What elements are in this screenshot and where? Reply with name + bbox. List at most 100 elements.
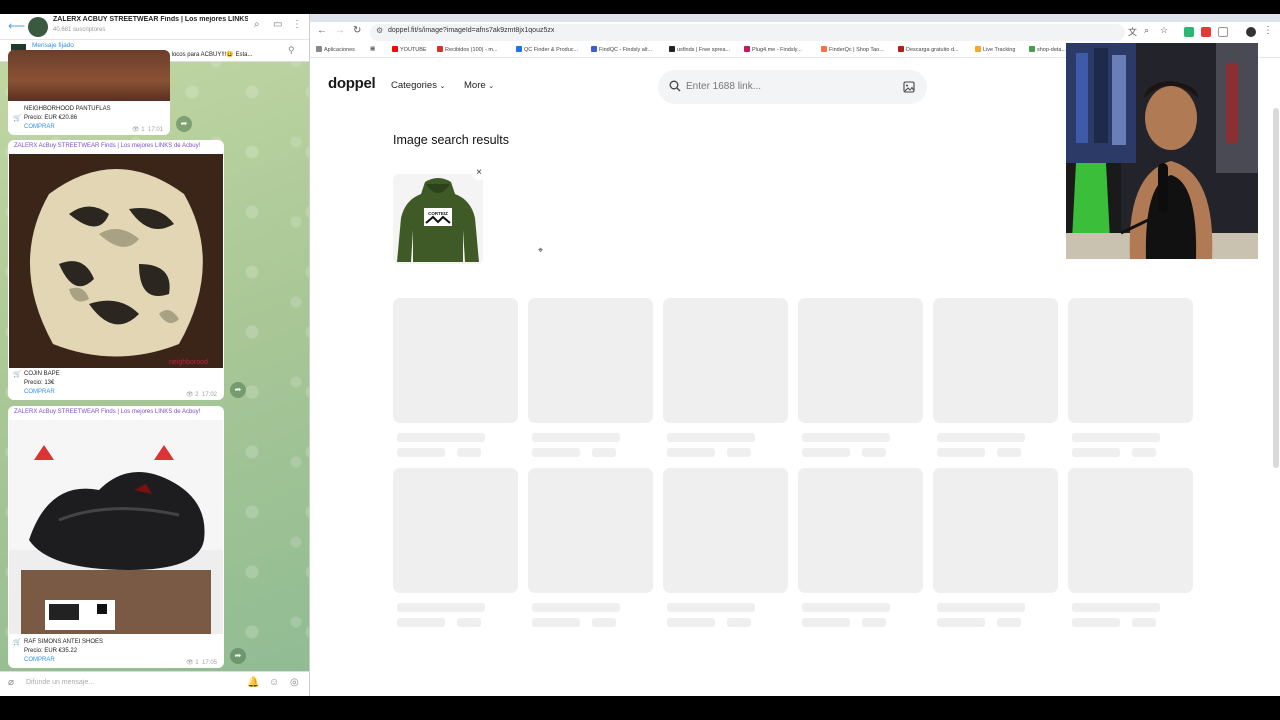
skeleton-line <box>532 433 620 442</box>
bookmark-usfinds[interactable]: usfinds | Free sprea... <box>669 46 730 53</box>
buy-link[interactable]: COMPRAR <box>24 657 55 663</box>
more-options-icon[interactable]: ⋮ <box>292 19 302 30</box>
buy-link[interactable]: COMPRAR <box>24 124 55 130</box>
subscriber-count: 40.681 suscriptores <box>53 27 106 33</box>
browser-menu-icon[interactable]: ⋮ <box>1263 25 1273 36</box>
apps-grid-icon[interactable]: ▦ <box>370 46 375 52</box>
product-image[interactable] <box>8 50 170 101</box>
streamer-webcam-image <box>1066 43 1258 259</box>
result-skeleton-card <box>528 468 653 593</box>
webcam-overlay <box>1066 43 1258 259</box>
categories-menu[interactable]: Categories ⌄ <box>391 80 445 91</box>
result-skeleton-card <box>528 298 653 423</box>
site-icon <box>669 46 675 52</box>
search-input[interactable]: Enter 1688 link... <box>686 81 761 92</box>
forward-button[interactable]: ➦ <box>230 648 246 664</box>
channel-header[interactable]: ⟵ ZALERX ACBUY STREETWEAR Finds | Los me… <box>0 14 309 40</box>
site-icon <box>744 46 750 52</box>
site-info-icon[interactable]: ⚙ <box>376 26 383 35</box>
product-image[interactable] <box>9 420 223 634</box>
message-composer[interactable]: ⌀ Difunde un mensaje... 🔔 ☺ ◎ <box>0 671 309 696</box>
camera-search-icon[interactable] <box>903 81 915 93</box>
bookmark-shop-deta[interactable]: shop-deta... <box>1029 46 1066 53</box>
pinned-list-icon[interactable]: ⚲ <box>288 45 295 56</box>
zoom-icon[interactable]: ⌕ <box>1144 25 1149 36</box>
skeleton-line <box>457 618 481 627</box>
skeleton-line <box>592 618 616 627</box>
bottom-letterbox <box>0 696 1280 720</box>
channel-avatar[interactable] <box>28 17 48 37</box>
extension-icon[interactable] <box>1184 27 1194 37</box>
bookmark-findqc[interactable]: FindQC - Findsly alt... <box>591 46 652 53</box>
url-text[interactable]: doppel.fit/s/image?imageId=afns7ak9zmt8j… <box>388 27 554 34</box>
message-time: 17:02 <box>201 392 217 398</box>
more-menu[interactable]: More ⌄ <box>464 80 494 91</box>
forward-button[interactable]: ➦ <box>230 382 246 398</box>
skeleton-line <box>457 448 481 457</box>
url-field[interactable]: ⚙ doppel.fit/s/image?imageId=afns7ak9zmt… <box>370 24 1125 41</box>
message-bubble[interactable]: ZALERX AcBuy STREETWEAR Finds | Los mejo… <box>8 406 224 668</box>
message-input[interactable]: Difunde un mensaje... <box>26 679 94 686</box>
bookmark-youtube[interactable]: YOUTUBE <box>392 46 427 53</box>
site-icon <box>898 46 904 52</box>
bookmark-plug4me[interactable]: Plug4.me - Findsly... <box>744 46 802 53</box>
product-price: Precio: EUR €35.22 <box>24 648 78 654</box>
camera-icon[interactable]: ◎ <box>290 677 299 688</box>
page-title: Image search results <box>393 133 510 147</box>
reload-icon[interactable]: ↻ <box>353 25 361 36</box>
message-bubble[interactable]: NEIGHBORHOOD PANTUFLAS 🛒 Precio: EUR €20… <box>8 50 170 135</box>
skeleton-line <box>937 618 985 627</box>
bell-icon[interactable]: 🔔 <box>247 677 259 688</box>
extensions-puzzle-icon[interactable] <box>1218 27 1228 37</box>
bookmark-finderqc[interactable]: FinderQc | Shop Tao... <box>821 46 884 53</box>
chevron-down-icon: ⌄ <box>488 83 495 90</box>
categories-label: Categories <box>391 80 437 91</box>
skeleton-line <box>802 618 850 627</box>
forward-source[interactable]: ZALERX AcBuy STREETWEAR Finds | Los mejo… <box>14 143 200 149</box>
skeleton-line <box>802 448 850 457</box>
buy-link[interactable]: COMPRAR <box>24 389 55 395</box>
forward-icon[interactable]: → <box>335 25 345 36</box>
back-icon[interactable]: ⟵ <box>8 19 25 33</box>
doppel-logo[interactable]: doppel <box>328 75 376 92</box>
profile-avatar[interactable] <box>1246 27 1256 37</box>
message-bubble[interactable]: ZALERX AcBuy STREETWEAR Finds | Los mejo… <box>8 140 224 400</box>
forward-button[interactable]: ➦ <box>176 116 192 132</box>
back-icon[interactable]: ← <box>317 25 327 36</box>
result-skeleton-card <box>1068 468 1193 593</box>
skeleton-line <box>1072 603 1160 612</box>
forward-source[interactable]: ZALERX AcBuy STREETWEAR Finds | Los mejo… <box>14 409 200 415</box>
views-value: 1 <box>141 127 145 133</box>
skeleton-line <box>1072 448 1120 457</box>
emoji-icon[interactable]: ☺ <box>269 677 279 688</box>
skeleton-line <box>937 433 1025 442</box>
extension-icon[interactable] <box>1201 27 1211 37</box>
product-image[interactable]: neighborood <box>9 154 223 368</box>
view-count: 👁 1 17:01 <box>132 127 163 133</box>
query-image[interactable]: CORTEIZ <box>393 174 483 264</box>
address-bar: ← → ↻ ⚙ doppel.fit/s/image?imageId=afns7… <box>310 22 1280 43</box>
close-icon[interactable]: × <box>472 166 486 180</box>
skeleton-line <box>667 448 715 457</box>
cart-icon: 🛒 <box>13 639 22 646</box>
result-skeleton-card <box>933 298 1058 423</box>
result-skeleton-card <box>798 468 923 593</box>
attach-icon[interactable]: ⌀ <box>8 677 14 688</box>
search-icon[interactable]: ⌕ <box>254 19 260 30</box>
gmail-icon <box>437 46 443 52</box>
bookmark-apps[interactable]: Aplicaciones <box>316 46 355 53</box>
sidebar-icon[interactable]: ▭ <box>273 19 282 30</box>
bookmark-gmail[interactable]: Recibidos (100) - m... <box>437 46 498 53</box>
hoodie-print-label: CORTEIZ <box>428 211 448 216</box>
bookmark-descarga[interactable]: Descarga gratuito d... <box>898 46 959 53</box>
bookmark-live-tracking[interactable]: Live Tracking <box>975 46 1015 53</box>
views-value: 2 <box>195 392 199 398</box>
bookmark-label: Recibidos (100) - m... <box>445 47 498 53</box>
skeleton-line <box>397 603 485 612</box>
search-bar[interactable]: Enter 1688 link... <box>658 70 927 104</box>
translate-icon[interactable]: 文 <box>1128 25 1137 38</box>
star-icon[interactable]: ☆ <box>1160 25 1168 36</box>
bookmark-label: YOUTUBE <box>400 47 427 53</box>
page-scrollbar[interactable] <box>1273 108 1279 468</box>
bookmark-qcfinder[interactable]: QC Finder & Produc... <box>516 46 578 53</box>
